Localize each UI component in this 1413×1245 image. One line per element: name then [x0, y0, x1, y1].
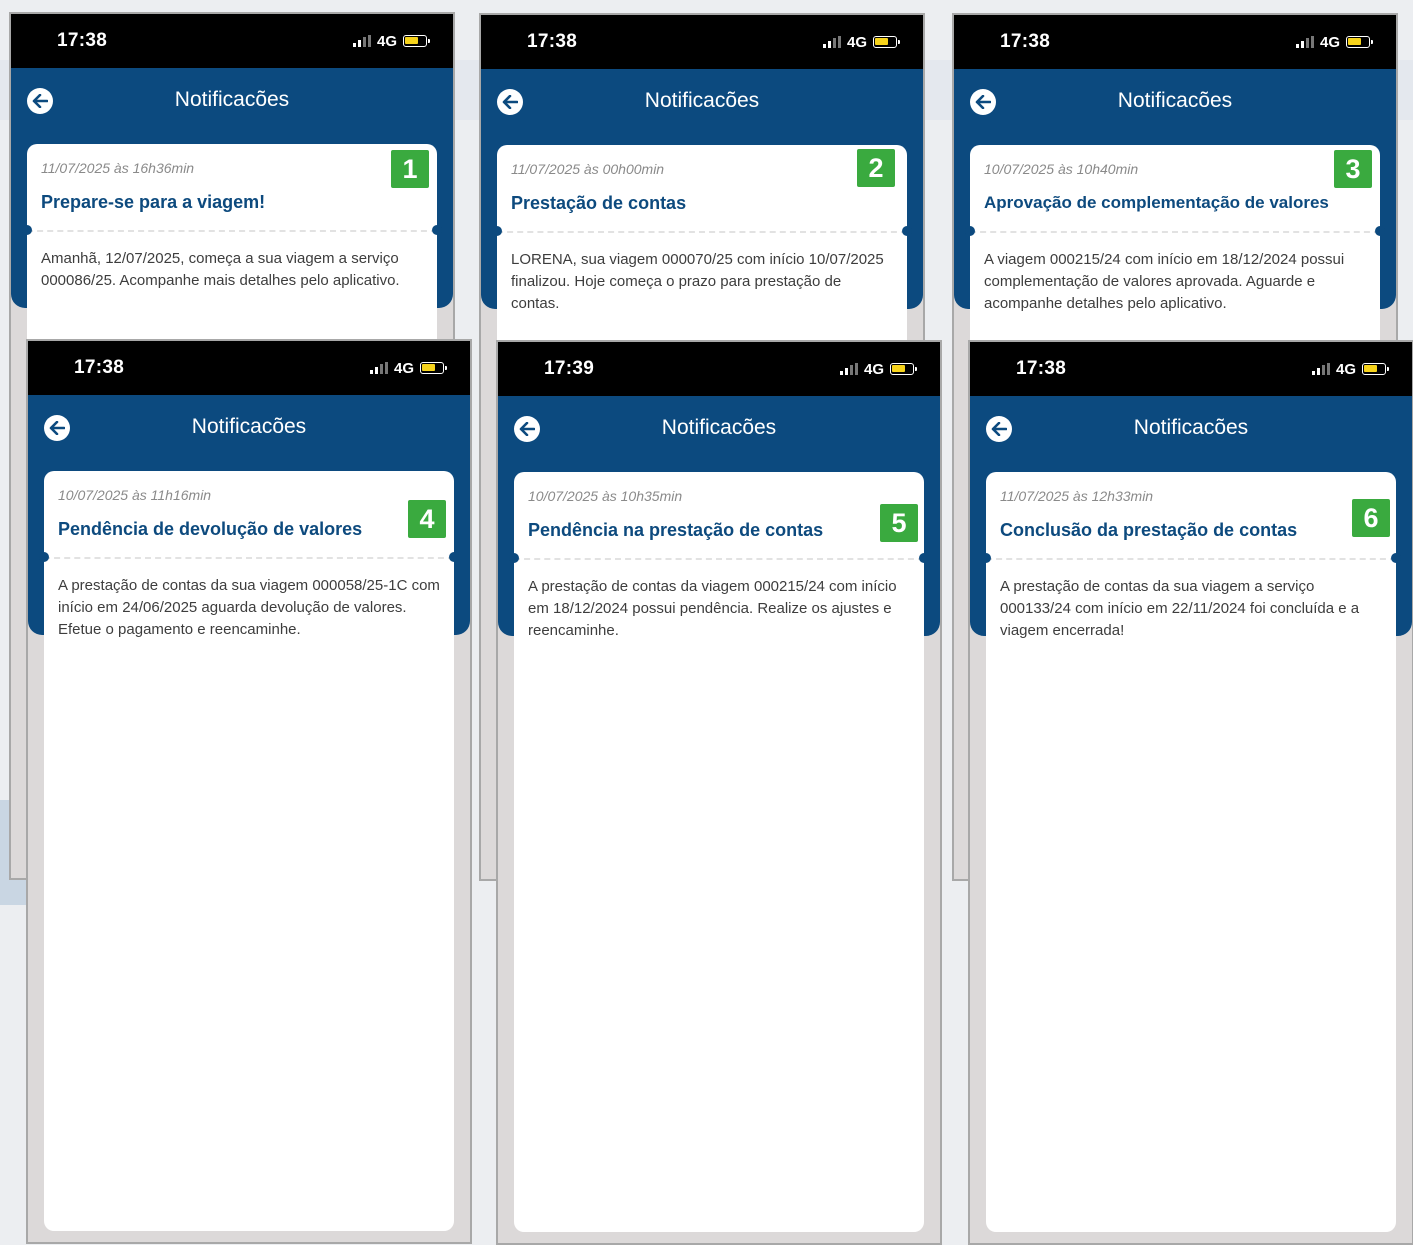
page-title: Notificacões	[661, 416, 777, 439]
step-number-badge: 5	[880, 504, 918, 542]
status-time: 17:38	[74, 357, 125, 378]
notification-subject: Pendência de devolução de valores	[58, 519, 363, 539]
status-time: 17:39	[544, 358, 595, 379]
notification-date: 11/07/2025 às 00h00min	[511, 161, 665, 177]
phone-screen-5: 17:39 4G Notificacões 10/07/2025 às 10h3…	[496, 340, 942, 1245]
notification-body: A prestação de contas da sua viagem 0000…	[58, 577, 440, 638]
notification-body: A prestação de contas da sua viagem a se…	[1000, 578, 1360, 639]
status-bar: 17:38 4G	[481, 15, 923, 69]
network-type: 4G	[376, 32, 397, 50]
battery-icon	[1346, 36, 1373, 48]
signal-bars-icon	[822, 36, 841, 48]
step-number-badge: 6	[1352, 499, 1390, 537]
divider-notch	[981, 553, 991, 563]
page-title: Notificacões	[174, 88, 290, 111]
step-number-badge: 3	[1334, 150, 1372, 188]
notification-date: 10/07/2025 às 10h40min	[984, 161, 1139, 177]
divider-notch	[902, 226, 912, 236]
notification-date: 11/07/2025 às 12h33min	[1000, 488, 1154, 504]
battery-icon	[1362, 363, 1389, 375]
divider-notch	[39, 552, 49, 562]
notification-body: LORENA, sua viagem 000070/25 com início …	[511, 251, 884, 312]
network-type: 4G	[393, 359, 414, 377]
divider-notch	[965, 226, 975, 236]
notification-subject: Pendência na prestação de contas	[528, 520, 824, 540]
status-bar: 17:38 4G	[11, 14, 453, 68]
notification-subject: Prepare-se para a viagem!	[41, 192, 266, 212]
status-time: 17:38	[1000, 31, 1051, 52]
notification-subject: Conclusão da prestação de contas	[1000, 520, 1298, 540]
network-type: 4G	[1335, 360, 1356, 378]
battery-icon	[420, 362, 447, 374]
divider-notch	[1375, 226, 1385, 236]
page-title: Notificacões	[644, 89, 760, 112]
page-title: Notificacões	[1117, 89, 1233, 112]
page-title: Notificacões	[191, 415, 307, 438]
signal-bars-icon	[352, 35, 371, 47]
notification-subject: Aprovação de complementação de valores	[984, 193, 1329, 212]
notification-date: 11/07/2025 às 16h36min	[41, 160, 195, 176]
notification-body: Amanhã, 12/07/2025, começa a sua viagem …	[41, 250, 400, 289]
divider-notch	[449, 552, 459, 562]
divider-notch	[919, 553, 929, 563]
step-number-badge: 2	[857, 149, 895, 187]
status-time: 17:38	[1016, 358, 1067, 379]
notification-card[interactable]: 10/07/2025 às 10h35min Pendência na pres…	[509, 472, 929, 1232]
divider-notch	[492, 226, 502, 236]
signal-bars-icon	[1311, 363, 1330, 375]
notification-card[interactable]: 10/07/2025 às 11h16min Pendência de devo…	[39, 471, 459, 1231]
signal-bars-icon	[839, 363, 858, 375]
notification-card[interactable]: 11/07/2025 às 12h33min Conclusão da pres…	[981, 472, 1401, 1232]
divider	[27, 230, 437, 232]
status-bar: 17:39 4G	[498, 342, 940, 396]
phone-screen-6: 17:38 4G Notificacões 11/07/2025 às 12h3…	[968, 340, 1413, 1245]
divider	[970, 231, 1380, 233]
status-bar: 17:38 4G	[28, 341, 470, 395]
notification-date: 10/07/2025 às 11h16min	[58, 487, 212, 503]
network-type: 4G	[1319, 33, 1340, 51]
status-time: 17:38	[57, 30, 108, 51]
notification-body: A viagem 000215/24 com início em 18/12/2…	[984, 251, 1345, 312]
divider-notch	[1391, 553, 1401, 563]
page-title: Notificacões	[1133, 416, 1249, 439]
status-time: 17:38	[527, 31, 578, 52]
battery-icon	[890, 363, 917, 375]
divider-notch	[432, 225, 442, 235]
divider-notch	[509, 553, 519, 563]
notification-body: A prestação de contas da viagem 000215/2…	[528, 578, 897, 639]
divider	[497, 231, 907, 233]
divider-notch	[22, 225, 32, 235]
signal-bars-icon	[1295, 36, 1314, 48]
status-bar: 17:38 4G	[970, 342, 1412, 396]
signal-bars-icon	[369, 362, 388, 374]
step-number-badge: 1	[391, 150, 429, 188]
divider	[514, 558, 924, 560]
status-bar: 17:38 4G	[954, 15, 1396, 69]
network-type: 4G	[846, 33, 867, 51]
divider	[44, 557, 454, 559]
notification-date: 10/07/2025 às 10h35min	[528, 488, 683, 504]
battery-icon	[403, 35, 430, 47]
divider	[986, 558, 1396, 560]
phone-screen-4: 17:38 4G Notificacões 10/07/2025 às 11h1…	[26, 339, 472, 1244]
notification-subject: Prestação de contas	[511, 193, 687, 213]
battery-icon	[873, 36, 900, 48]
step-number-badge: 4	[408, 500, 446, 538]
network-type: 4G	[863, 360, 884, 378]
